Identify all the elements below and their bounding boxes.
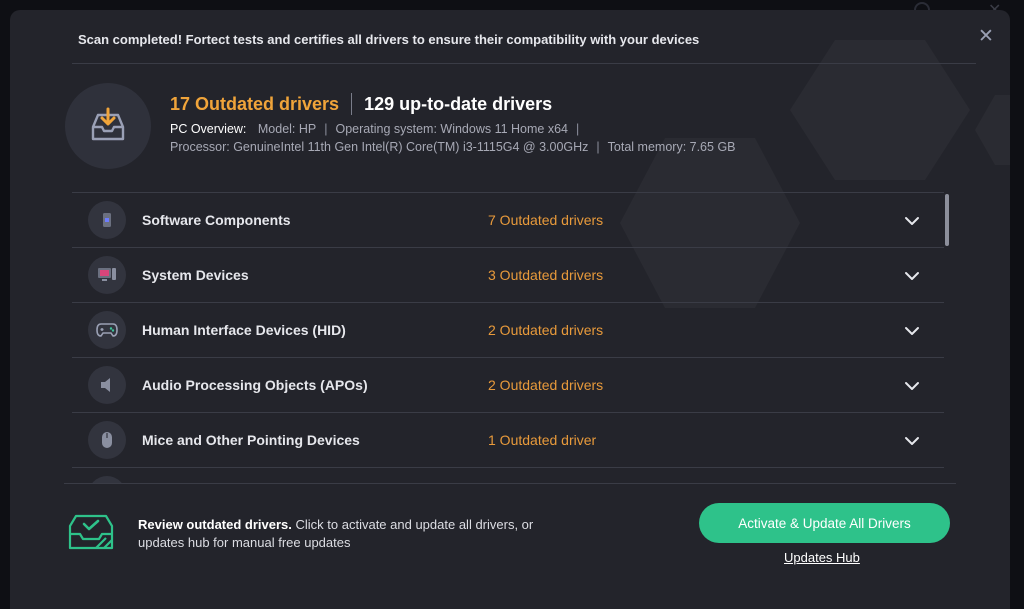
category-row-mice[interactable]: Mice and Other Pointing Devices 1 Outdat… [72,413,944,468]
category-status: 2 Outdated drivers [488,377,604,393]
activate-update-all-button[interactable]: Activate & Update All Drivers [699,503,950,543]
chevron-down-icon[interactable] [904,433,920,449]
chevron-down-icon[interactable] [904,213,920,229]
category-row-hid[interactable]: Human Interface Devices (HID) 2 Outdated… [72,303,944,358]
category-name: Human Interface Devices (HID) [142,322,346,338]
pc-overview-line: PC Overview: Model: HP | Operating system:… [170,122,580,136]
divider [72,63,976,64]
category-name: Mice and Other Pointing Devices [142,432,360,448]
outdated-count: 17 Outdated drivers [170,93,340,114]
category-status: 1 Outdated driver [488,432,597,448]
updates-hub-link[interactable]: Updates Hub [784,550,860,565]
pc-processor: Processor: GenuineIntel 11th Gen Intel(R… [170,140,589,154]
driver-category-list: Software Components 7 Outdated drivers S… [72,192,944,484]
system-devices-icon [88,256,126,294]
category-row-software-components[interactable]: Software Components 7 Outdated drivers [72,193,944,248]
category-status: 3 Outdated drivers [488,267,604,283]
review-drivers-icon [68,514,114,550]
pc-memory: Total memory: 7.65 GB [607,140,736,154]
download-tray-icon [65,83,151,169]
list-scrollbar[interactable] [944,194,950,484]
decorative-hexagon [975,95,1010,165]
footer-instructions: Review outdated drivers. Click to activa… [138,516,578,552]
scan-results-dialog: ✕ Scan completed! Fortect tests and cert… [10,10,1010,609]
category-row-audio-processing[interactable]: Audio Processing Objects (APOs) 2 Outdat… [72,358,944,413]
category-name: Software Components [142,212,291,228]
category-row-partial[interactable] [72,468,944,484]
chevron-down-icon[interactable] [904,378,920,394]
up-to-date-count: 129 up-to-date drivers [364,93,553,114]
scrollbar-thumb[interactable] [945,194,949,246]
pc-overview-label: PC Overview: [170,122,247,136]
category-status: 7 Outdated drivers [488,212,604,228]
chevron-down-icon[interactable] [904,268,920,284]
headline-separator [351,93,353,115]
category-row-system-devices[interactable]: System Devices 3 Outdated drivers [72,248,944,303]
divider [64,483,956,484]
mouse-icon [88,421,126,459]
chevron-down-icon[interactable] [904,323,920,339]
category-name: System Devices [142,267,249,283]
pc-hardware-line: Processor: GenuineIntel 11th Gen Intel(R… [170,140,736,154]
category-name: Audio Processing Objects (APOs) [142,377,368,393]
speaker-icon [88,366,126,404]
driver-summary-headline: 17 Outdated drivers 129 up-to-date drive… [170,93,552,115]
gamepad-icon [88,311,126,349]
close-icon[interactable]: ✕ [976,26,996,46]
footer-bold-text: Review outdated drivers. [138,517,292,532]
pc-model: Model: HP [257,122,317,136]
software-components-icon [88,201,126,239]
category-status: 2 Outdated drivers [488,322,604,338]
pc-os: Operating system: Windows 11 Home x64 [335,122,569,136]
scan-complete-message: Scan completed! Fortect tests and certif… [78,32,700,47]
decorative-hexagon [790,40,970,180]
